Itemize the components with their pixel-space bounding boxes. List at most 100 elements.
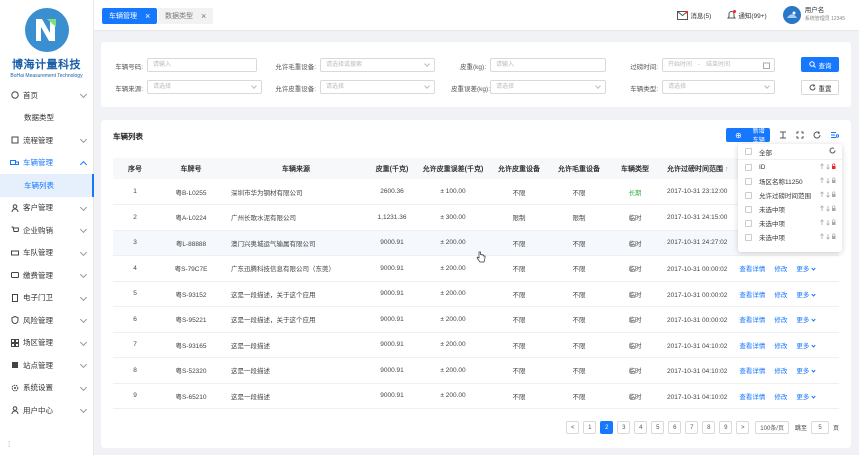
more-link[interactable]: 更多 [796,292,816,299]
table-row[interactable]: 8 粤S-52320 这是一段描述 9000.91 ± 200.00 不限 不限 临时 2017… [113,357,839,384]
page-button[interactable]: 3 [617,421,631,434]
add-vehicle-button[interactable]: ⊕ 新增车辆 [726,128,770,144]
table-row[interactable]: 5 粤S-93152 这是一段描述，关于这个应用 9000.91 ± 200.00 不限不… [113,281,839,307]
column-order-icons[interactable] [820,191,836,198]
edit-link[interactable]: 修改 [774,394,787,401]
sidebar-item-vehicles[interactable]: 车辆管理 [0,152,94,175]
column-order-icons[interactable] [820,163,836,170]
more-link[interactable]: 更多 [796,368,816,375]
checkbox[interactable] [745,205,752,213]
checkbox[interactable] [745,148,752,155]
checkbox[interactable] [745,163,752,171]
column-order-icons[interactable] [820,219,836,226]
table-row[interactable]: 2 粤A-L0224 广州长歌水泥有限公司 1,1231.36 ± 300.00 限制 限制… [113,204,839,231]
view-details-link[interactable]: 查看详情 [739,292,765,299]
sidebar-item-data-types[interactable]: 数据类型 [0,107,94,130]
column-header[interactable]: 允许皮重设备 [489,158,549,179]
table-row[interactable]: 1 粤B-L0255 深圳市华为钢材有限公司 2600.36 ± 100.00 不限 不限长… [113,179,839,205]
column-option[interactable]: 允许过磅时间范围 [738,188,842,202]
column-option[interactable]: 场区名称11250 [738,174,842,188]
page-button[interactable]: 4 [634,421,648,434]
page-size-select[interactable]: 100条/页 [755,421,789,434]
tare-input[interactable]: 请输入 [490,58,606,72]
sidebar-item-risk[interactable]: 风险管理 [0,309,94,332]
sidebar-item-fleet[interactable]: 车队管理 [0,242,94,265]
notices-button[interactable]: 通知(99+) [727,10,767,20]
tab-data-types[interactable]: 数据类型 × [158,8,214,24]
page-button[interactable]: 8 [702,421,716,434]
sort-icon[interactable]: ↑ [723,166,729,173]
sidebar-item-sites[interactable]: 站点管理 [0,354,94,377]
table-row[interactable]: 6 粤S-95221 这是一段描述，关于这个应用 9000.91 ± 200.00 不限不… [113,306,839,333]
page-button[interactable]: 2 [600,421,614,434]
sidebar-item-home[interactable]: 首页 [0,84,94,107]
checkbox[interactable] [745,219,752,227]
column-header[interactable]: 允许毛重设备 [549,158,609,179]
prev-page-button[interactable]: < [566,421,580,434]
more-link[interactable]: 更多 [796,394,816,401]
column-header[interactable]: 皮重(千克) [367,158,417,179]
column-header[interactable]: 车辆来源 [225,158,367,179]
page-button[interactable]: 9 [719,421,733,434]
column-select-all[interactable]: 全部 [738,144,842,160]
column-header[interactable]: 允许皮重误差(千克) [417,158,489,179]
sidebar-item-trade[interactable]: 企业购销 [0,219,94,242]
edit-link[interactable]: 修改 [774,292,787,299]
more-link[interactable]: 更多 [796,343,816,350]
allow-tare-select[interactable]: 请选择 [320,80,435,94]
reset-columns-icon[interactable] [829,147,836,154]
checkbox[interactable] [745,233,752,241]
column-order-icons[interactable] [820,177,836,184]
close-icon[interactable]: × [145,11,150,21]
fullscreen-icon[interactable] [796,131,804,139]
page-button[interactable]: 1 [583,421,597,434]
more-link[interactable]: 更多 [796,266,816,273]
goto-input[interactable]: 5 [810,421,829,434]
sidebar-item-settings[interactable]: 系统设置 [0,377,94,400]
column-option[interactable]: 未选中项 [738,230,842,244]
view-details-link[interactable]: 查看详情 [739,266,765,273]
edit-link[interactable]: 修改 [774,266,787,273]
density-icon[interactable] [779,131,787,139]
view-details-link[interactable]: 查看详情 [739,368,765,375]
column-option[interactable]: 未选中项 [738,202,842,216]
time-range-picker[interactable]: 开始时间 - 结束时间 [662,58,775,72]
edit-link[interactable]: 修改 [774,343,787,350]
table-row[interactable]: 9 粤S-65210 这是一段描述 9000.91 ± 200.00 不限 不限 临时 2017… [113,383,839,409]
sidebar-item-guard[interactable]: 电子门卫 [0,287,94,310]
reset-button[interactable]: 重置 [801,80,839,95]
table-row[interactable]: 7 粤S-93165 这是一段描述 9000.91 ± 200.00 不限 不限 临时 2017… [113,332,839,358]
sidebar-item-user-center[interactable]: 用户中心 [0,399,94,422]
next-page-button[interactable]: > [736,421,750,434]
column-option[interactable]: 未选中项 [738,216,842,230]
column-header[interactable]: 车辆类型 [609,158,661,179]
sidebar-item-customers[interactable]: 客户管理 [0,197,94,220]
column-header[interactable]: 序号 [113,158,157,179]
user-menu[interactable]: 用户名 系统管理员 12345 [782,6,845,24]
type-select[interactable]: 请选择 [662,80,775,94]
more-link[interactable]: 更多 [796,317,816,324]
tab-vehicle-management[interactable]: 车辆管理 × [102,8,158,24]
close-icon[interactable]: × [201,11,206,21]
sidebar-item-vehicle-list[interactable]: 车辆列表 [0,174,94,197]
view-details-link[interactable]: 查看详情 [739,317,765,324]
edit-link[interactable]: 修改 [774,317,787,324]
page-button[interactable]: 6 [668,421,682,434]
collapse-icon[interactable]: ⁞ [8,440,10,449]
page-button[interactable]: 5 [651,421,665,434]
sidebar-item-process[interactable]: 流程管理 [0,129,94,152]
source-select[interactable]: 请选择 [147,80,262,94]
plate-input[interactable]: 请输入 [147,58,257,72]
checkbox[interactable] [745,177,752,185]
column-order-icons[interactable] [820,205,836,212]
allow-gross-select[interactable]: 请选择或搜索 [320,58,435,72]
column-order-icons[interactable] [820,233,836,240]
refresh-icon[interactable] [813,131,821,139]
edit-link[interactable]: 修改 [774,368,787,375]
column-settings-icon[interactable] [830,131,839,139]
checkbox[interactable] [745,191,752,199]
sidebar-item-area[interactable]: 场区管理 [0,332,94,355]
column-header[interactable]: 车牌号 [157,158,225,179]
query-button[interactable]: 查询 [801,57,839,72]
view-details-link[interactable]: 查看详情 [739,394,765,401]
